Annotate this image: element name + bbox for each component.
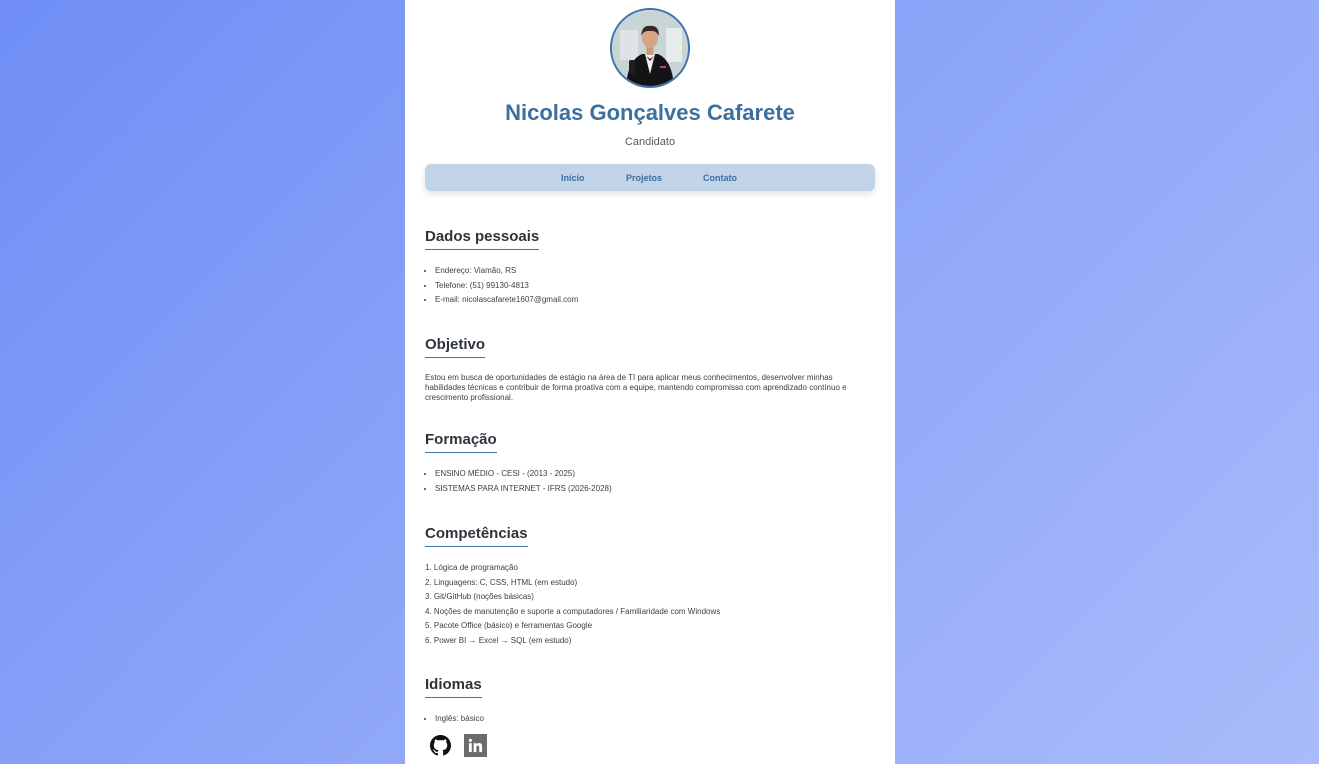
skill-item: 5. Pacote Office (básico) e ferramentas … [425,621,593,630]
education-item: SISTEMAS PARA INTERNET - IFRS (2026-2028… [435,482,612,497]
objective-text: Estou em busca de oportunidades de estág… [425,373,847,402]
skill-item: 3. Git/GitHub (noções básicas) [425,592,534,601]
section-title-skills: Competências [425,525,528,547]
skill-item: 1. Lógica de programação [425,563,518,572]
personal-info-list: Endereço: Viamão, RS Telefone: (51) 9913… [425,264,578,308]
section-title-objective: Objetivo [425,336,486,358]
nav-link-inicio[interactable]: Início [561,173,585,183]
avatar-portrait [612,10,688,86]
nav-link-contato[interactable]: Contato [703,173,737,183]
personal-phone: Telefone: (51) 99130-4813 [435,279,578,294]
section-title-languages: Idiomas [425,676,482,698]
language-item: Inglês: básico [435,712,484,727]
personal-email: E-mail: nicolascafarete1607@gmail.com [435,293,578,308]
profile-avatar [610,8,690,88]
main-nav: Início Projetos Contato [425,164,875,191]
skill-item: 4. Noções de manutenção e suporte a comp… [425,606,721,616]
education-list: ENSINO MÉDIO - CESI - (2013 - 2025) SIST… [425,467,612,496]
linkedin-icon[interactable] [464,734,487,757]
nav-link-projetos[interactable]: Projetos [626,173,662,183]
section-title-personal: Dados pessoais [425,228,540,250]
profile-name: Nicolas Gonçalves Cafarete [505,100,795,125]
education-item: ENSINO MÉDIO - CESI - (2013 - 2025) [435,467,612,482]
skills-list: 1. Lógica de programação 2. Linguagens: … [425,561,720,648]
skill-item: 6. Power BI → Excel → SQL (em estudo) [425,635,572,645]
section-title-education: Formação [425,431,497,453]
profile-role: Candidato [624,136,676,148]
languages-list: Inglês: básico [425,712,484,727]
skill-item: 2. Linguagens: C, CSS, HTML (em estudo) [425,577,578,587]
personal-address: Endereço: Viamão, RS [435,264,578,279]
resume-card: Nicolas Gonçalves Cafarete Candidato Iní… [405,0,895,764]
github-icon[interactable] [429,734,452,757]
